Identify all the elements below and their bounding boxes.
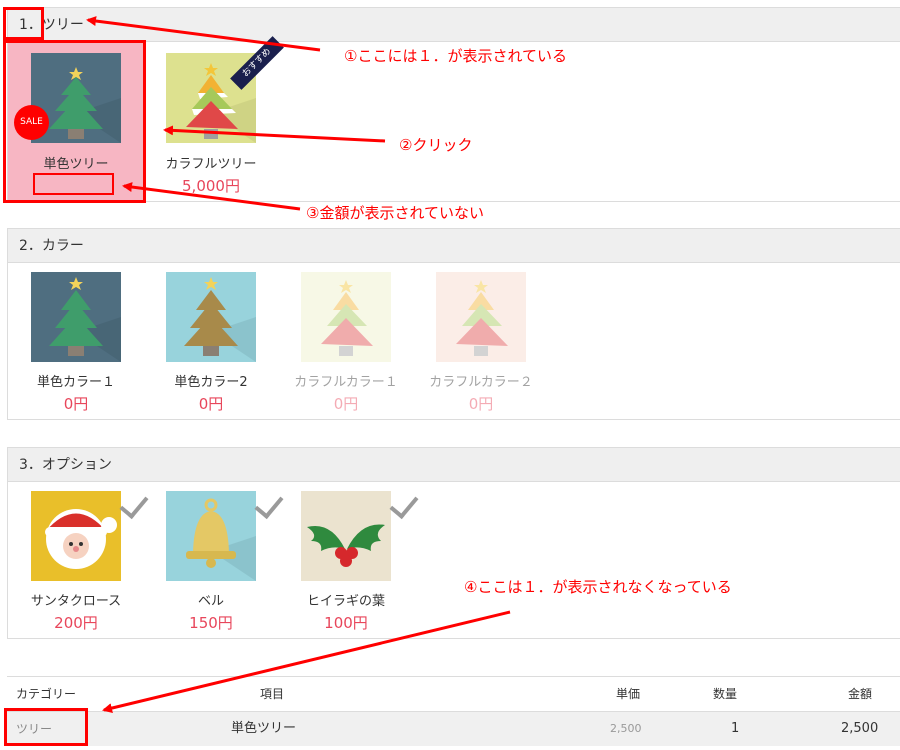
annotation-arrows <box>86 16 511 713</box>
annotation-note-3: ③金額が表示されていない <box>306 204 484 222</box>
annotation-note-1: ①ここには１．が表示されている <box>344 47 567 65</box>
annotation-note-2: ②クリック <box>399 136 473 154</box>
annotation-note-4: ④ここは１．が表示されなくなっている <box>464 578 732 596</box>
